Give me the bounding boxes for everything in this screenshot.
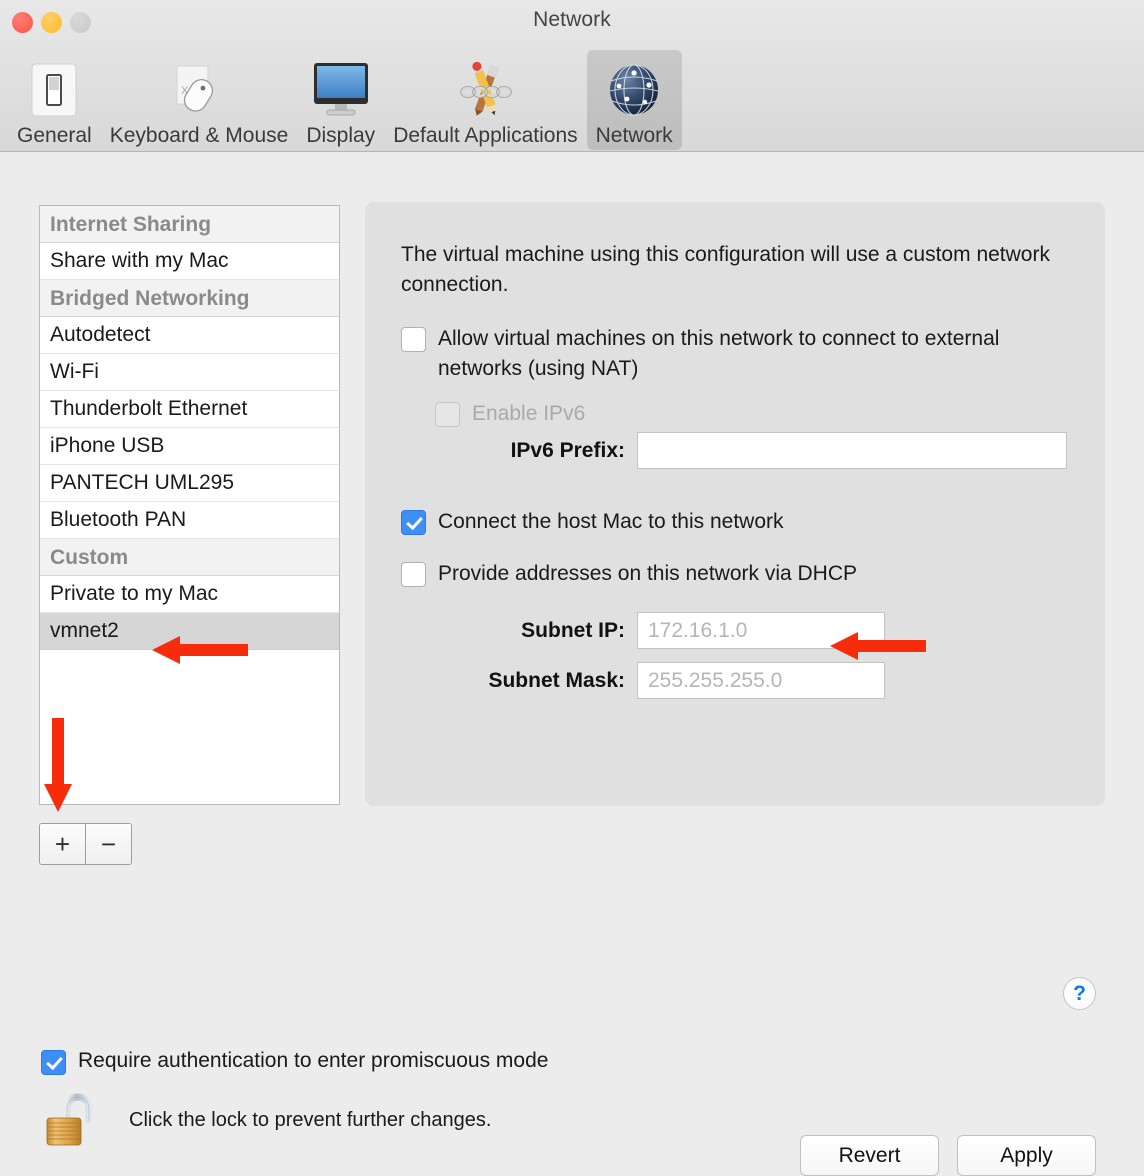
- list-item-iphone-usb[interactable]: iPhone USB: [40, 428, 339, 465]
- pencil-ruler-chain-icon: [454, 59, 516, 121]
- globe-network-icon: [603, 59, 665, 121]
- list-item-pantech-uml295[interactable]: PANTECH UML295: [40, 465, 339, 502]
- footer-buttons: Revert Apply: [800, 1135, 1096, 1176]
- list-item-autodetect[interactable]: Autodetect: [40, 317, 339, 354]
- arrow-pointing-to-add-button: [44, 718, 72, 812]
- toolbar-item-display-label: Display: [306, 124, 376, 147]
- toolbar-item-network[interactable]: Network: [586, 50, 682, 150]
- mouse-icon: X: [168, 59, 230, 121]
- ipv6-prefix-input[interactable]: [637, 432, 1067, 469]
- network-settings-panel: The virtual machine using this configura…: [365, 202, 1105, 806]
- list-item-private-to-my-mac[interactable]: Private to my Mac: [40, 576, 339, 613]
- subnet-mask-label: Subnet Mask:: [488, 668, 625, 692]
- promiscuous-checkbox[interactable]: [41, 1050, 66, 1075]
- enable-ipv6-checkbox-label: Enable IPv6: [472, 402, 586, 425]
- toolbar-item-default-applications[interactable]: Default Applications: [384, 50, 586, 150]
- enable-ipv6-checkbox: [435, 402, 460, 427]
- list-item-thunderbolt-ethernet[interactable]: Thunderbolt Ethernet: [40, 391, 339, 428]
- remove-network-button[interactable]: −: [85, 824, 131, 864]
- toolbar-item-keyboard-mouse-label: Keyboard & Mouse: [109, 124, 289, 147]
- preferences-body: Internet Sharing Share with my Mac Bridg…: [0, 152, 1144, 1176]
- lock-instruction-text: Click the lock to prevent further change…: [129, 1109, 492, 1131]
- preferences-toolbar: General X Keyboard & Mouse Display Defau…: [8, 42, 682, 150]
- connect-host-checkbox-label: Connect the host Mac to this network: [438, 510, 784, 533]
- arrow-pointing-to-vmnet2: [152, 636, 248, 664]
- toolbar-item-general[interactable]: General: [8, 50, 101, 150]
- dhcp-checkbox-label: Provide addresses on this network via DH…: [438, 562, 858, 585]
- promiscuous-checkbox-row[interactable]: Require authentication to enter promiscu…: [41, 1047, 548, 1075]
- promiscuous-checkbox-label: Require authentication to enter promiscu…: [78, 1049, 549, 1072]
- toolbar-item-network-label: Network: [595, 124, 673, 147]
- list-item-wifi[interactable]: Wi-Fi: [40, 354, 339, 391]
- titlebar-toolbar: Network General X Keyboard & Mouse Displ…: [0, 0, 1144, 152]
- ipv6-prefix-label: IPv6 Prefix:: [510, 438, 625, 462]
- window-title: Network: [533, 8, 611, 31]
- toolbar-item-display[interactable]: Display: [297, 50, 384, 150]
- nat-checkbox-label: Allow virtual machines on this network t…: [438, 327, 1000, 380]
- connect-host-checkbox[interactable]: [401, 510, 426, 535]
- network-list[interactable]: Internet Sharing Share with my Mac Bridg…: [39, 205, 340, 805]
- toolbar-item-keyboard-mouse[interactable]: X Keyboard & Mouse: [101, 50, 298, 150]
- network-preferences-window: Network General X Keyboard & Mouse Displ…: [0, 0, 1144, 1176]
- revert-button[interactable]: Revert: [800, 1135, 939, 1176]
- nat-checkbox[interactable]: [401, 327, 426, 352]
- list-add-remove-buttons: + −: [39, 823, 132, 865]
- help-button[interactable]: ?: [1063, 977, 1096, 1010]
- light-switch-icon: [23, 59, 85, 121]
- toolbar-item-default-applications-label: Default Applications: [393, 124, 578, 147]
- list-group-header-bridged-networking: Bridged Networking: [40, 280, 339, 317]
- arrow-pointing-to-subnet-ip: [830, 632, 926, 660]
- subnet-mask-input[interactable]: 255.255.255.0: [637, 662, 885, 699]
- display-monitor-icon: [310, 59, 372, 121]
- panel-description: The virtual machine using this configura…: [401, 243, 1050, 296]
- connect-host-checkbox-row[interactable]: Connect the host Mac to this network: [401, 507, 784, 537]
- open-padlock-icon[interactable]: [41, 1087, 97, 1154]
- dhcp-checkbox-row[interactable]: Provide addresses on this network via DH…: [401, 559, 857, 589]
- subnet-ip-row: Subnet IP: 172.16.1.0: [473, 612, 885, 649]
- ipv6-prefix-row: IPv6 Prefix:: [473, 432, 1067, 469]
- add-network-button[interactable]: +: [40, 824, 85, 864]
- ipv6-checkbox-row: Enable IPv6: [435, 399, 585, 429]
- nat-checkbox-row[interactable]: Allow virtual machines on this network t…: [401, 324, 1061, 384]
- lock-row: Click the lock to prevent further change…: [41, 1087, 491, 1154]
- apply-button[interactable]: Apply: [957, 1135, 1096, 1176]
- list-group-header-custom: Custom: [40, 539, 339, 576]
- subnet-mask-row: Subnet Mask: 255.255.255.0: [473, 662, 885, 699]
- toolbar-item-general-label: General: [17, 124, 92, 147]
- list-group-header-internet-sharing: Internet Sharing: [40, 206, 339, 243]
- list-item-bluetooth-pan[interactable]: Bluetooth PAN: [40, 502, 339, 539]
- dhcp-checkbox[interactable]: [401, 562, 426, 587]
- list-item-share-with-my-mac[interactable]: Share with my Mac: [40, 243, 339, 280]
- subnet-ip-label: Subnet IP:: [521, 618, 625, 642]
